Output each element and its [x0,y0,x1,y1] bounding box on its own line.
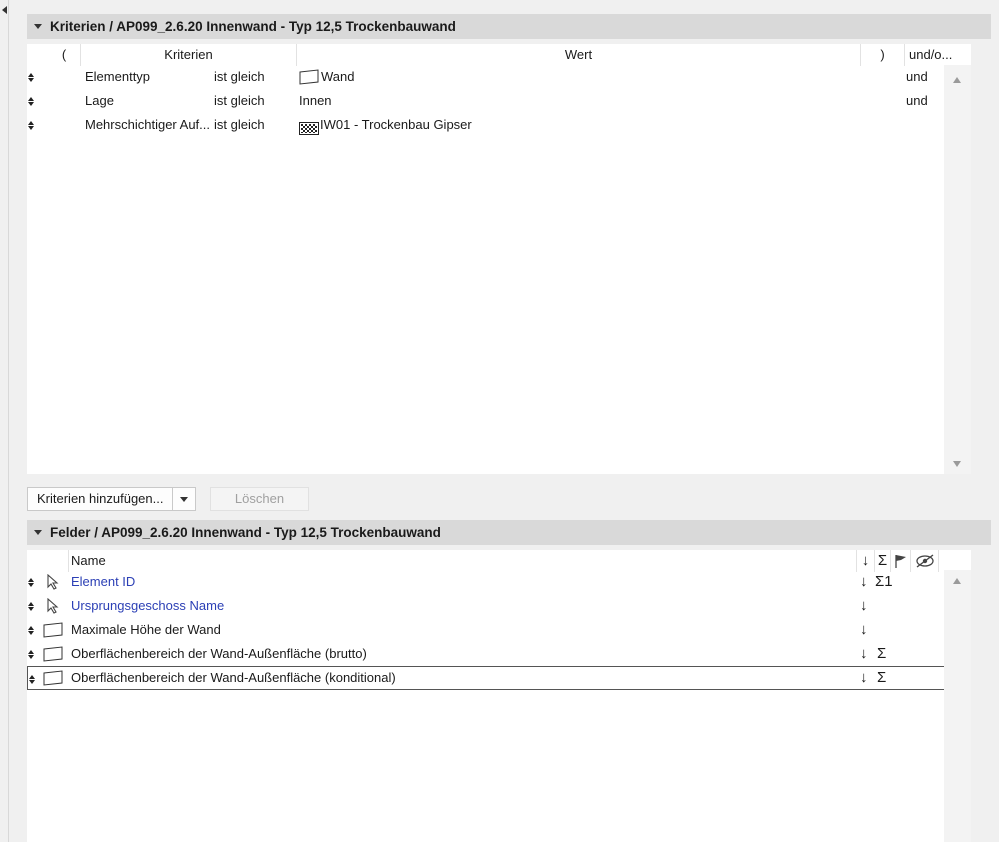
sort-arrow[interactable]: ↓ [860,666,868,690]
fields-table-header: Name ↓ Σ [27,550,971,572]
scroll-down-arrow-icon[interactable] [953,461,961,467]
add-criteria-button[interactable]: Kriterien hinzufügen... [27,487,196,511]
reorder-handle-icon[interactable] [28,73,34,83]
col-hide[interactable] [911,550,939,572]
criterion-andor[interactable]: und [906,89,928,113]
field-name[interactable]: Maximale Höhe der Wand [71,618,221,642]
scroll-up-arrow-icon[interactable] [953,578,961,584]
sort-arrow[interactable]: ↓ [860,570,868,594]
col-flag[interactable] [891,550,911,572]
criterion-name: Mehrschichtiger Auf... [85,117,210,132]
col-value[interactable]: Wert [297,44,861,66]
sum-symbol[interactable]: Σ [877,666,886,690]
sum-symbol[interactable]: Σ1 [875,570,893,594]
criteria-table: ( Kriterien Wert ) und/o... Elementtyp i… [27,44,971,474]
criteria-row[interactable]: Lage ist gleich Innen und [27,89,971,113]
fields-section-title: Felder / AP099_2.6.20 Innenwand - Typ 12… [50,525,441,540]
criteria-section-header[interactable]: Kriterien / AP099_2.6.20 Innenwand - Typ… [27,14,991,39]
field-row[interactable]: Oberflächenbereich der Wand-Außenfläche … [27,642,971,666]
collapse-left-icon[interactable] [2,6,7,14]
field-row[interactable]: Maximale Höhe der Wand ↓ [27,618,971,642]
col-sort[interactable]: ↓ [857,550,875,572]
sort-arrow[interactable]: ↓ [860,618,868,642]
chevron-down-icon[interactable] [172,488,195,510]
reorder-handle-icon[interactable] [28,121,34,131]
criteria-row[interactable]: Mehrschichtiger Auf... ist gleich IW01 -… [27,113,971,137]
reorder-handle-icon[interactable] [28,97,34,107]
sort-arrow[interactable]: ↓ [860,594,868,618]
field-name[interactable]: Element ID [71,570,135,594]
field-name[interactable]: Ursprungsgeschoss Name [71,594,224,618]
criterion-value[interactable]: IW01 - Trockenbau Gipser [320,113,472,137]
col-open-paren[interactable]: ( [47,44,81,66]
criterion-value[interactable]: Innen [299,89,332,113]
criteria-row[interactable]: Elementtyp ist gleich Wand und [27,65,971,89]
criteria-scrollbar[interactable] [944,65,971,474]
fields-section-header[interactable]: Felder / AP099_2.6.20 Innenwand - Typ 12… [27,520,991,545]
reorder-handle-icon[interactable] [28,578,34,588]
sort-arrow[interactable]: ↓ [860,642,868,666]
criterion-name: Lage [85,93,114,108]
reorder-handle-icon[interactable] [28,626,34,636]
col-criteria[interactable]: Kriterien [81,44,297,66]
collapse-triangle-icon[interactable] [34,530,42,535]
left-collapse-strip[interactable] [0,0,9,842]
field-name[interactable]: Oberflächenbereich der Wand-Außenfläche … [71,642,367,666]
field-row-selected[interactable]: Oberflächenbereich der Wand-Außenfläche … [27,666,971,690]
field-row[interactable]: Ursprungsgeschoss Name ↓ [27,594,971,618]
col-close-paren[interactable]: ) [861,44,905,66]
sum-symbol[interactable]: Σ [877,642,886,666]
criterion-value[interactable]: Wand [321,65,354,89]
col-name[interactable]: Name [71,550,857,572]
eye-hidden-icon [916,554,934,568]
reorder-handle-icon[interactable] [28,650,34,660]
criterion-operator[interactable]: ist gleich [214,89,265,113]
col-andor[interactable]: und/o... [905,44,957,66]
hatch-pattern-icon [299,119,319,143]
fields-scrollbar[interactable] [944,570,971,842]
criterion-operator[interactable]: ist gleich [214,113,265,137]
criteria-table-header: ( Kriterien Wert ) und/o... [27,44,971,66]
scroll-up-arrow-icon[interactable] [953,77,961,83]
field-name[interactable]: Oberflächenbereich der Wand-Außenfläche … [71,666,396,690]
delete-button[interactable]: Löschen [210,487,309,511]
reorder-handle-icon[interactable] [28,602,34,612]
reorder-handle-icon[interactable] [29,675,35,685]
criterion-operator[interactable]: ist gleich [214,65,265,89]
flag-icon [895,555,906,568]
field-row[interactable]: Element ID ↓ Σ1 [27,570,971,594]
fields-table: Name ↓ Σ Element ID ↓ Σ1 Ursprungsgescho… [27,550,971,842]
criteria-section-title: Kriterien / AP099_2.6.20 Innenwand - Typ… [50,19,456,34]
collapse-triangle-icon[interactable] [34,24,42,29]
criterion-andor[interactable]: und [906,65,928,89]
add-criteria-label: Kriterien hinzufügen... [37,491,164,506]
criterion-name: Elementtyp [85,69,151,84]
col-sum[interactable]: Σ [875,550,891,572]
wall-outline-icon [43,670,63,694]
